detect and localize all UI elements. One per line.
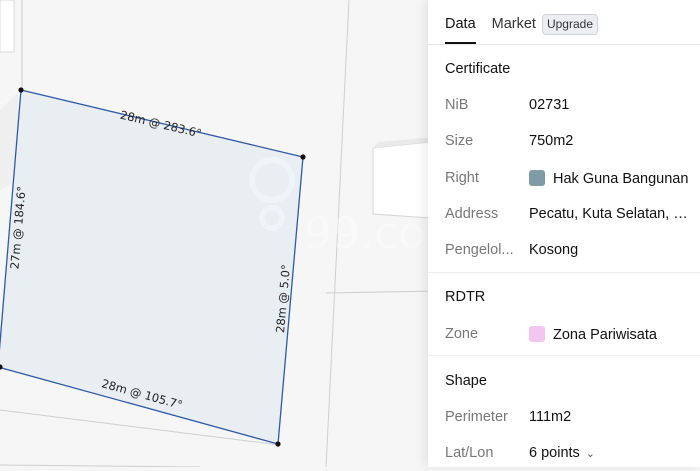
tab-data[interactable]: Data — [445, 14, 476, 44]
row-label-perimeter: Perimeter — [445, 409, 508, 425]
tab-divider — [428, 44, 700, 45]
row-value-nib: 02731 — [529, 97, 570, 113]
row-label-address: Address — [445, 206, 499, 222]
row-value-size: 750m2 — [529, 133, 574, 149]
row-label-zone: Zone — [445, 326, 479, 342]
row-label-size: Size — [445, 133, 474, 149]
right-color-swatch — [529, 170, 545, 186]
zone-color-swatch — [529, 326, 545, 342]
row-value-zone: Zona Pariwisata — [529, 326, 657, 343]
latlon-value-text: 6 points — [529, 445, 580, 461]
zone-value-text: Zona Pariwisata — [553, 327, 657, 343]
section-divider — [428, 355, 700, 356]
section-divider — [428, 272, 700, 273]
latlon-dropdown[interactable]: 6 points ⌄ — [529, 445, 595, 461]
row-value-right: Hak Guna Bangunan — [529, 170, 688, 187]
row-value-perimeter: 111m2 — [529, 409, 572, 425]
row-label-right: Right — [445, 170, 479, 186]
section-title-rdtr: RDTR — [445, 289, 486, 305]
row-label-pengelola: Pengelol... — [445, 242, 514, 258]
chevron-down-icon: ⌄ — [585, 448, 596, 460]
panel-tabs: Data Market Upgrade — [445, 14, 598, 44]
section-title-certificate: Certificate — [445, 61, 511, 77]
row-value-pengelola: Kosong — [529, 242, 579, 258]
upgrade-badge[interactable]: Upgrade — [541, 14, 598, 35]
tab-market[interactable]: Market — [492, 14, 536, 42]
row-label-latlon: Lat/Lon — [445, 445, 494, 461]
section-title-shape: Shape — [445, 373, 487, 389]
property-panel: Data Market Upgrade Certificate NiB 0273… — [428, 0, 700, 467]
row-value-address: Pecatu, Kuta Selatan, B... — [529, 206, 695, 222]
watermark-text: 99.co — [304, 208, 425, 259]
right-value-text: Hak Guna Bangunan — [553, 171, 689, 187]
row-label-nib: NiB — [445, 97, 469, 113]
